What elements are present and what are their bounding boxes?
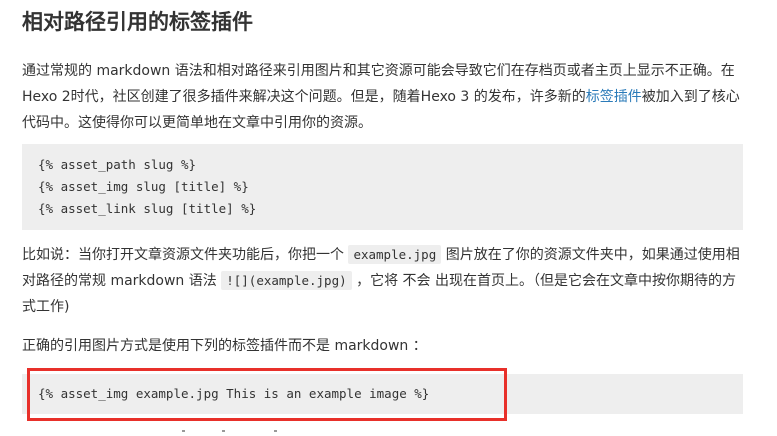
example-paragraph: 比如说：当你打开文章资源文件夹功能后，你把一个 example.jpg 图片放在…	[22, 242, 744, 320]
tag-plugins-link[interactable]: 标签插件	[586, 89, 642, 105]
inline-code-filename: example.jpg	[348, 245, 442, 264]
section-title: 相对路径引用的标签插件	[22, 10, 253, 34]
code-line: {% asset_img slug [title] %}	[38, 179, 249, 194]
instruction-paragraph: 正确的引用图片方式是使用下列的标签插件而不是 markdown ：	[22, 338, 427, 354]
example-text-1: 比如说：当你打开文章资源文件夹功能后，你把一个	[22, 247, 349, 263]
code-line: {% asset_path slug %}	[38, 157, 197, 172]
code-block-asset-tags: {% asset_path slug %} {% asset_img slug …	[22, 144, 743, 230]
code-block-asset-img-example: {% asset_img example.jpg This is an exam…	[22, 374, 743, 414]
inline-code-markdown-image: ![](example.jpg)	[221, 271, 352, 290]
code-line: {% asset_link slug [title] %}	[38, 201, 257, 216]
intro-paragraph: 通过常规的 markdown 语法和相对路径来引用图片和其它资源可能会导致它们在…	[22, 58, 744, 136]
